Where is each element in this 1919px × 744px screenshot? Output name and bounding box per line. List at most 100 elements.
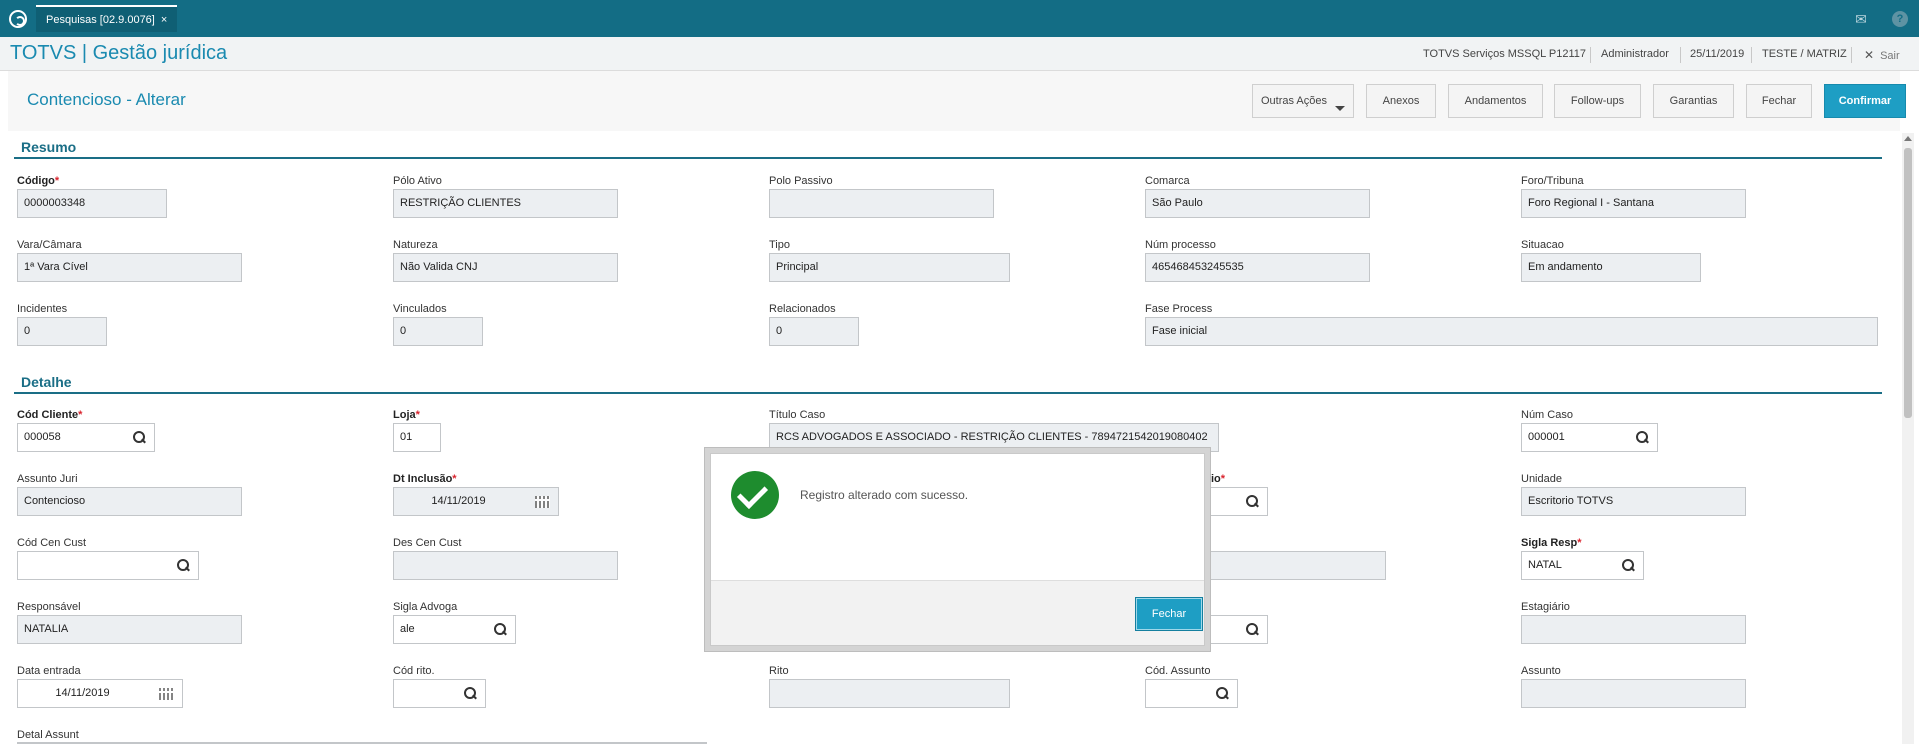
tab-close-icon[interactable]: ×	[161, 14, 167, 26]
num-processo-label: Núm processo	[1145, 239, 1216, 251]
tab-pesquisas[interactable]: Pesquisas [02.9.0076] ×	[36, 5, 178, 32]
foro-field[interactable]: Foro Regional I - Santana	[1521, 189, 1746, 218]
help-icon[interactable]: ?	[1892, 11, 1908, 27]
natureza-label: Natureza	[393, 239, 438, 251]
date-info: 25/11/2019	[1690, 48, 1745, 60]
responsavel-field[interactable]: NATALIA	[17, 615, 242, 644]
environment-info: TOTVS Serviços MSSQL P12117	[1423, 48, 1587, 60]
estagiario-field[interactable]	[1521, 615, 1746, 644]
polo-ativo-label: Pólo Ativo	[393, 175, 442, 187]
num-processo-field[interactable]: 465468453245535	[1145, 253, 1370, 282]
codigo-label: Código	[17, 175, 59, 187]
search-icon[interactable]	[464, 687, 478, 701]
mail-icon[interactable]: ✉	[1852, 10, 1870, 28]
polo-passivo-field[interactable]	[769, 189, 994, 218]
assunto-juri-label: Assunto Juri	[17, 473, 78, 485]
user-info: Administrador	[1601, 48, 1669, 60]
search-icon[interactable]	[1246, 495, 1260, 509]
foro-label: Foro/Tribuna	[1521, 175, 1584, 187]
detal-assunt-label: Detal Assunt	[17, 729, 79, 741]
dialog-footer	[711, 580, 1204, 645]
cod-cen-cust-label: Cód Cen Cust	[17, 537, 87, 549]
calendar-icon[interactable]	[159, 688, 174, 700]
tipo-label: Tipo	[769, 239, 790, 251]
search-icon[interactable]	[133, 431, 147, 445]
rito-label: Rito	[769, 665, 789, 677]
dialog-close-button[interactable]: Fechar	[1135, 597, 1203, 631]
totvs-logo-icon[interactable]	[9, 10, 27, 28]
scrollbar-thumb[interactable]	[1904, 148, 1912, 418]
vinculados-label: Vinculados	[393, 303, 447, 315]
section-divider	[14, 392, 1882, 394]
des-cen-cust-field[interactable]	[393, 551, 618, 580]
estagiario-label: Estagiário	[1521, 601, 1570, 613]
app-bar: TOTVS | Gestão jurídica TOTVS Serviços M…	[0, 37, 1919, 71]
incidentes-field[interactable]: 0	[17, 317, 107, 346]
partial-label: io	[1211, 473, 1225, 485]
polo-ativo-field[interactable]: RESTRIÇÃO CLIENTES	[393, 189, 618, 218]
tipo-field[interactable]: Principal	[769, 253, 1010, 282]
dialog-message: Registro alterado com sucesso.	[800, 488, 969, 502]
sigla-advoga-field[interactable]: ale	[393, 615, 516, 644]
chevron-down-icon	[1335, 105, 1346, 111]
sigla-resp-field[interactable]: NATAL	[1521, 551, 1644, 580]
cod-cliente-label: Cód Cliente	[17, 409, 82, 421]
search-icon[interactable]	[1636, 431, 1650, 445]
attachments-button[interactable]: Anexos	[1366, 84, 1436, 118]
data-entrada-field[interactable]: 14/11/2019	[17, 679, 183, 708]
polo-passivo-label: Polo Passivo	[769, 175, 833, 187]
search-icon[interactable]	[177, 559, 191, 573]
relacionados-field[interactable]: 0	[769, 317, 859, 346]
follow-ups-button[interactable]: Follow-ups	[1554, 84, 1641, 118]
situacao-label: Situacao	[1521, 239, 1564, 251]
responsavel-label: Responsável	[17, 601, 81, 613]
confirm-button[interactable]: Confirmar	[1824, 84, 1906, 118]
success-dialog: Registro alterado com sucesso. Fechar	[710, 453, 1205, 646]
exit-button[interactable]: ✕ Sair	[1864, 48, 1900, 62]
app-title: TOTVS | Gestão jurídica	[10, 42, 228, 64]
situacao-field[interactable]: Em andamento	[1521, 253, 1701, 282]
unidade-label: Unidade	[1521, 473, 1562, 485]
dt-inclusao-field[interactable]: 14/11/2019	[393, 487, 559, 516]
search-icon[interactable]	[1622, 559, 1636, 573]
assunto-field[interactable]	[1521, 679, 1746, 708]
data-entrada-label: Data entrada	[17, 665, 81, 677]
company-info: TESTE / MATRIZ	[1762, 48, 1847, 60]
cod-assunto-label: Cód. Assunto	[1145, 665, 1211, 677]
fase-field[interactable]: Fase inicial	[1145, 317, 1878, 346]
close-button[interactable]: Fechar	[1746, 84, 1812, 118]
cod-cliente-field[interactable]: 000058	[17, 423, 155, 452]
search-icon[interactable]	[494, 623, 508, 637]
divider	[1751, 47, 1752, 63]
search-icon[interactable]	[1216, 687, 1230, 701]
comarca-field[interactable]: São Paulo	[1145, 189, 1370, 218]
sigla-advoga-label: Sigla Advoga	[393, 601, 458, 613]
top-bar: Pesquisas [02.9.0076] × ✉ ?	[0, 0, 1919, 37]
scroll-up-icon[interactable]	[1904, 136, 1912, 141]
relacionados-label: Relacionados	[769, 303, 836, 315]
unidade-field[interactable]: Escritorio TOTVS	[1521, 487, 1746, 516]
search-icon[interactable]	[1246, 623, 1260, 637]
natureza-field[interactable]: Não Valida CNJ	[393, 253, 618, 282]
vinculados-field[interactable]: 0	[393, 317, 483, 346]
calendar-icon[interactable]	[535, 496, 550, 508]
other-actions-button[interactable]: Outras Ações	[1252, 84, 1354, 118]
divider	[1851, 47, 1852, 63]
incidentes-label: Incidentes	[17, 303, 68, 315]
loja-field[interactable]: 01	[393, 423, 441, 452]
num-caso-field[interactable]: 000001	[1521, 423, 1658, 452]
assunto-juri-field[interactable]: Contencioso	[17, 487, 242, 516]
garantias-button[interactable]: Garantias	[1653, 84, 1734, 118]
andamentos-button[interactable]: Andamentos	[1448, 84, 1543, 118]
cod-rito-field[interactable]	[393, 679, 486, 708]
vara-field[interactable]: 1ª Vara Cível	[17, 253, 242, 282]
check-circle-icon	[731, 471, 779, 519]
tab-label: Pesquisas [02.9.0076]	[46, 14, 155, 26]
cod-cen-cust-field[interactable]	[17, 551, 199, 580]
cod-rito-label: Cód rito.	[393, 665, 435, 677]
divider	[1590, 47, 1591, 63]
cod-assunto-field[interactable]	[1145, 679, 1238, 708]
codigo-field[interactable]: 0000003348	[17, 189, 167, 218]
rito-field[interactable]	[769, 679, 1010, 708]
des-cen-cust-label: Des Cen Cust	[393, 537, 462, 549]
